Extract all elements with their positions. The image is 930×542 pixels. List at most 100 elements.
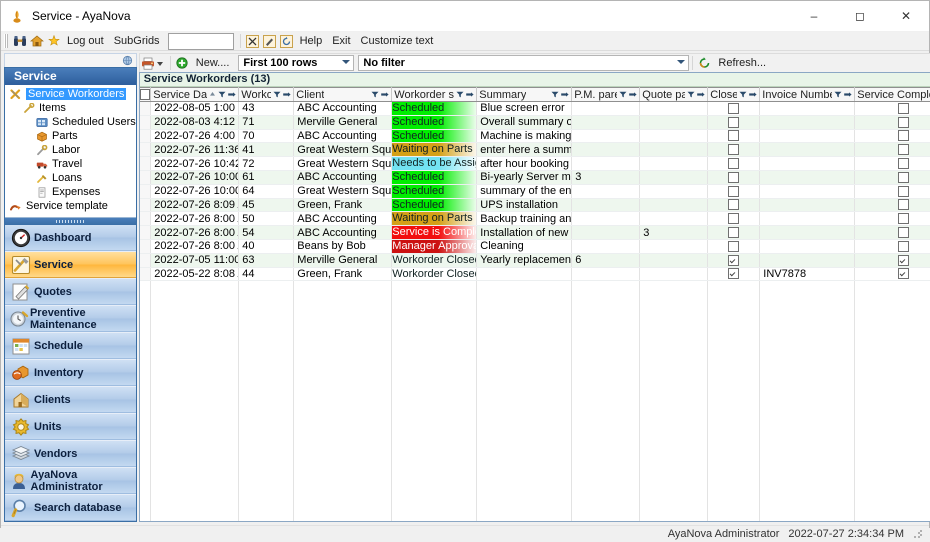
cell-service-completed-checkbox[interactable] <box>898 199 910 211</box>
resize-grip[interactable] <box>913 529 923 539</box>
cell-workorder[interactable]: 71 <box>238 115 295 130</box>
cell-service-completed[interactable] <box>854 184 930 199</box>
cell-closed-checkbox[interactable] <box>728 254 740 266</box>
cell-quote-parent[interactable]: 3 <box>639 225 709 240</box>
sidebar-item-ayanova-administrator[interactable]: AyaNova Administrator <box>5 468 136 494</box>
cell-client[interactable]: ABC Accounting <box>293 211 393 227</box>
select-all-checkbox[interactable] <box>139 89 150 100</box>
cell-quote-parent[interactable] <box>639 239 709 254</box>
cell-pm-parent[interactable] <box>571 101 641 116</box>
cell-service-completed-checkbox[interactable] <box>898 102 910 114</box>
cell-invoice-number[interactable]: INV7878 <box>759 267 856 282</box>
cell-service-completed[interactable] <box>854 267 930 282</box>
cell-closed[interactable] <box>707 211 761 227</box>
column-menu-icon[interactable] <box>283 89 291 101</box>
cell-service-completed[interactable] <box>854 129 930 144</box>
row-selector[interactable] <box>139 170 152 185</box>
sidebar-item-service[interactable]: Service <box>5 252 136 278</box>
cell-closed[interactable] <box>707 184 761 199</box>
edit-icon[interactable] <box>261 33 278 49</box>
cell-summary[interactable]: Machine is making weird... <box>476 129 573 144</box>
cell-summary[interactable]: Cleaning <box>476 239 573 254</box>
filter-icon[interactable] <box>551 89 559 101</box>
new-record-icon[interactable] <box>174 55 191 71</box>
cell-workorder-status[interactable]: Service is Completed <box>391 225 478 240</box>
cell-workorder[interactable]: 64 <box>238 184 295 199</box>
cell-closed[interactable] <box>707 115 761 130</box>
cell-closed[interactable] <box>707 101 761 116</box>
column-menu-icon[interactable] <box>697 89 705 101</box>
sidebar-splitter[interactable] <box>5 218 136 225</box>
row-selector[interactable] <box>139 142 152 158</box>
table-row[interactable]: 2022-07-26 8:00 AM50ABC AccountingWaitin… <box>139 211 930 227</box>
cell-service-completed-checkbox[interactable] <box>898 144 910 156</box>
cell-invoice-number[interactable] <box>759 239 856 254</box>
cell-client[interactable]: ABC Accounting <box>293 225 393 240</box>
filter-icon[interactable] <box>619 89 627 101</box>
column-header-summary[interactable]: Summary <box>476 87 573 102</box>
cell-quote-parent[interactable] <box>639 101 709 116</box>
cell-invoice-number[interactable] <box>759 198 856 213</box>
cell-quote-parent[interactable] <box>639 170 709 185</box>
cell-service-completed-checkbox[interactable] <box>898 268 910 280</box>
cell-pm-parent[interactable] <box>571 129 641 144</box>
filter-icon[interactable] <box>371 89 379 101</box>
binoculars-icon[interactable] <box>11 33 28 49</box>
cell-service-completed[interactable] <box>854 239 930 254</box>
filter-icon[interactable] <box>687 89 695 101</box>
cell-workorder[interactable]: 44 <box>238 267 295 282</box>
cell-closed[interactable] <box>707 225 761 240</box>
row-selector[interactable] <box>139 225 152 240</box>
cell-invoice-number[interactable] <box>759 225 856 240</box>
column-header-p-m-parent[interactable]: P.M. parent <box>571 87 641 102</box>
cell-closed[interactable] <box>707 239 761 254</box>
sidebar-tree-item-scheduled-users[interactable]: Scheduled Users <box>5 115 136 129</box>
row-selector[interactable] <box>139 253 152 268</box>
cell-summary[interactable]: Backup training and back... <box>476 211 573 227</box>
print-dropdown-arrow[interactable] <box>156 62 163 66</box>
cell-summary[interactable]: after hour booking to cle... <box>476 156 573 171</box>
cell-service-completed[interactable] <box>854 253 930 268</box>
cell-invoice-number[interactable] <box>759 142 856 158</box>
cell-closed[interactable] <box>707 142 761 158</box>
cell-closed-checkbox[interactable] <box>728 158 740 170</box>
minimize-button[interactable]: – <box>791 1 837 31</box>
column-header-service-date[interactable]: Service Date <box>150 87 240 102</box>
cell-workorder-status[interactable]: Scheduled <box>391 115 478 130</box>
sidebar-tree-item-service-workorders[interactable]: Service Workorders <box>5 87 136 101</box>
cell-client[interactable]: Beans by Bob <box>293 239 393 254</box>
table-row[interactable]: 2022-08-05 1:00 PM43ABC AccountingSchedu… <box>139 101 930 116</box>
cell-closed-checkbox[interactable] <box>728 185 740 197</box>
cell-service-completed-checkbox[interactable] <box>898 240 910 252</box>
cell-client[interactable]: Great Western Squirrel... <box>293 184 393 199</box>
cell-quote-parent[interactable] <box>639 253 709 268</box>
cell-invoice-number[interactable] <box>759 156 856 171</box>
cell-client[interactable]: Merville General <box>293 115 393 130</box>
cell-pm-parent[interactable]: 3 <box>571 170 641 185</box>
cell-service-completed-checkbox[interactable] <box>898 254 910 266</box>
row-selector[interactable] <box>139 267 152 282</box>
cell-invoice-number[interactable] <box>759 129 856 144</box>
cell-pm-parent[interactable] <box>571 267 641 282</box>
toolbar-grip[interactable] <box>4 34 8 48</box>
cell-closed-checkbox[interactable] <box>728 144 740 156</box>
maximize-button[interactable]: ◻ <box>837 1 883 31</box>
sidebar-tree-item-parts[interactable]: Parts <box>5 129 136 143</box>
cell-service-completed[interactable] <box>854 211 930 227</box>
cell-service-date[interactable]: 2022-07-26 11:36... <box>150 142 240 158</box>
cell-service-date[interactable]: 2022-07-05 11:00... <box>150 253 240 268</box>
cell-closed[interactable] <box>707 129 761 144</box>
cell-quote-parent[interactable] <box>639 211 709 227</box>
cell-service-completed-checkbox[interactable] <box>898 158 910 170</box>
cell-client[interactable]: ABC Accounting <box>293 129 393 144</box>
column-menu-icon[interactable] <box>228 89 236 101</box>
cell-pm-parent[interactable] <box>571 225 641 240</box>
column-header-closed[interactable]: Closed <box>707 87 761 102</box>
cell-client[interactable]: ABC Accounting <box>293 170 393 185</box>
cell-pm-parent[interactable] <box>571 184 641 199</box>
house-icon[interactable] <box>28 33 45 49</box>
cell-workorder-status[interactable]: Scheduled <box>391 101 478 116</box>
cell-summary[interactable]: enter here a summary of... <box>476 142 573 158</box>
cell-closed-checkbox[interactable] <box>728 227 740 239</box>
cell-workorder-status[interactable]: Scheduled <box>391 129 478 144</box>
